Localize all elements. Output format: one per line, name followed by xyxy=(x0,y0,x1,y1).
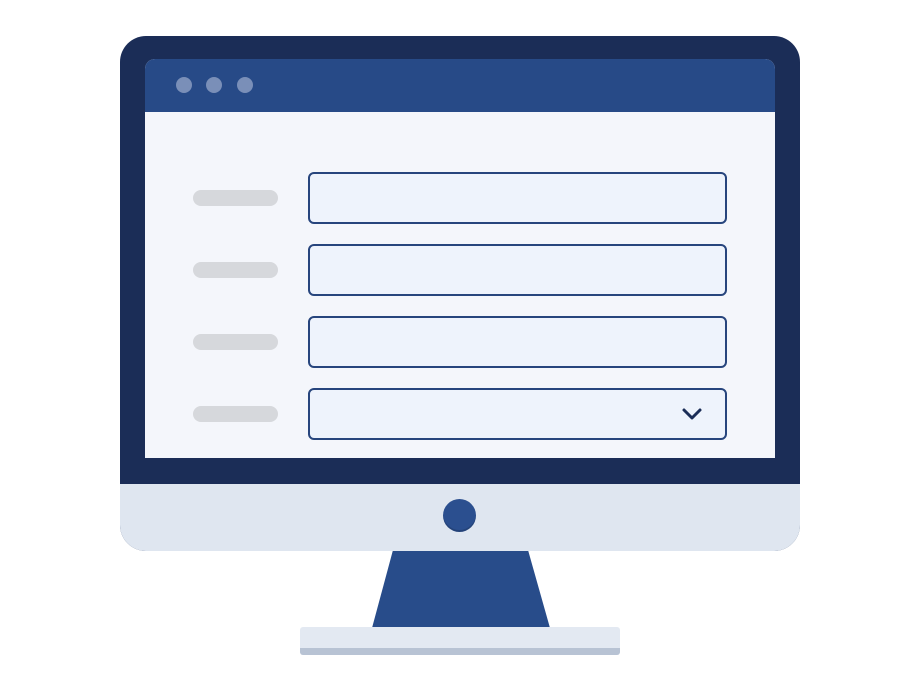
text-input-3[interactable] xyxy=(308,316,727,368)
dropdown-select[interactable] xyxy=(308,388,727,440)
stand-base-edge xyxy=(300,648,620,655)
text-input-1[interactable] xyxy=(308,172,727,224)
window-close-dot[interactable] xyxy=(176,77,192,93)
field-label-placeholder xyxy=(193,334,278,350)
form-row-1 xyxy=(145,172,775,224)
illustration-stage xyxy=(0,0,920,690)
field-label-placeholder xyxy=(193,262,278,278)
power-button[interactable] xyxy=(443,499,476,532)
monitor-chin xyxy=(120,484,800,551)
form-row-3 xyxy=(145,316,775,368)
form-row-2 xyxy=(145,244,775,296)
field-label-placeholder xyxy=(193,190,278,206)
form-row-4 xyxy=(145,388,775,440)
monitor xyxy=(120,36,800,551)
window-titlebar xyxy=(145,59,775,112)
text-input-2[interactable] xyxy=(308,244,727,296)
window-minimize-dot[interactable] xyxy=(206,77,222,93)
chevron-down-icon[interactable] xyxy=(681,403,703,425)
app-window xyxy=(145,59,775,458)
window-maximize-dot[interactable] xyxy=(237,77,253,93)
field-label-placeholder xyxy=(193,406,278,422)
monitor-stand-base xyxy=(300,627,620,655)
